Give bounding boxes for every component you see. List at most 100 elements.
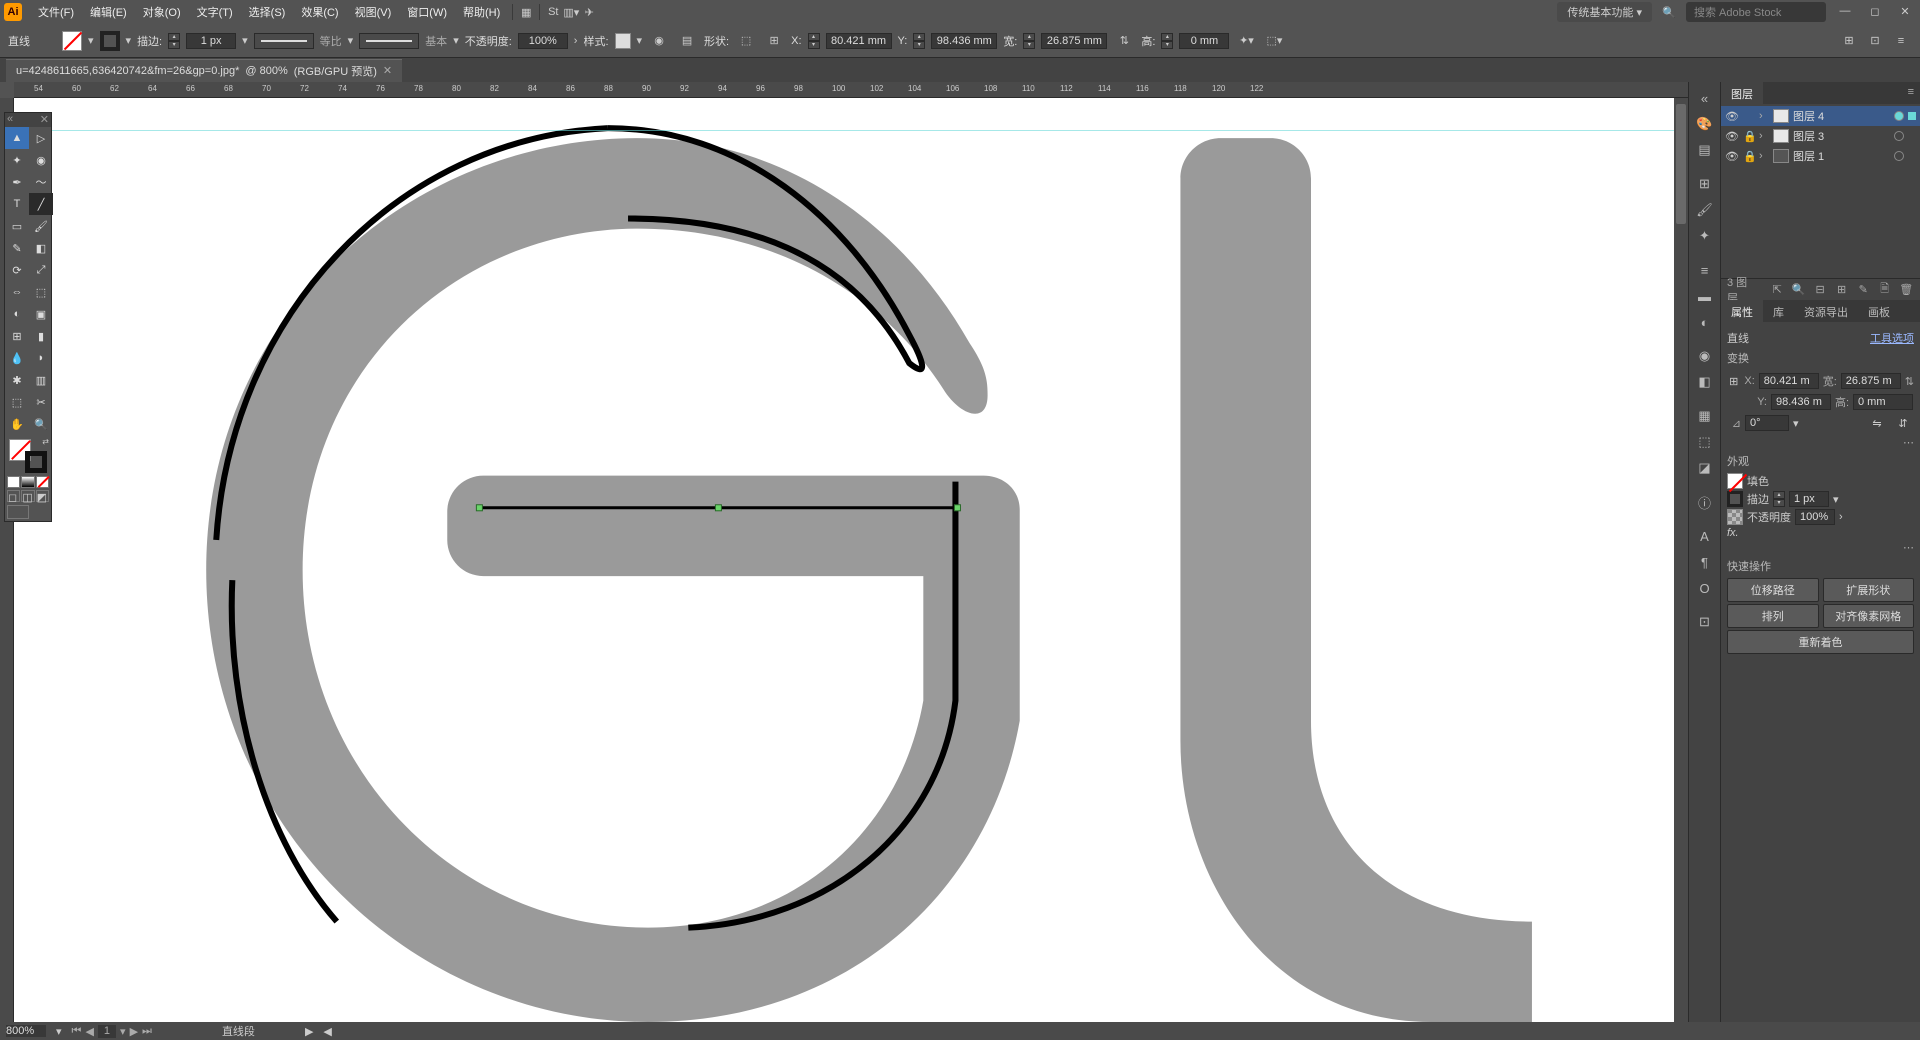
expand-icon[interactable]: « bbox=[1693, 86, 1717, 110]
curvature-tool[interactable]: 〜 bbox=[29, 171, 53, 193]
gpu-icon[interactable]: ✈ bbox=[580, 3, 598, 21]
paintbrush-tool[interactable]: 🖌 bbox=[29, 215, 53, 237]
chevron-down-icon[interactable]: ▾ bbox=[88, 34, 94, 47]
target-icon[interactable] bbox=[1894, 131, 1904, 141]
expand-layer-icon[interactable]: › bbox=[1759, 110, 1769, 122]
delete-layer-icon[interactable]: 🗑 bbox=[1898, 283, 1914, 296]
stroke-swatch[interactable] bbox=[100, 31, 120, 51]
swap-fill-stroke-icon[interactable]: ⇄ bbox=[42, 437, 49, 446]
chevron-down-icon[interactable]: ▾ bbox=[120, 1025, 126, 1038]
type-tool[interactable]: T bbox=[5, 193, 29, 215]
pen-tool[interactable]: ✒ bbox=[5, 171, 29, 193]
stock-icon[interactable]: St bbox=[544, 3, 562, 21]
blend-tool[interactable]: ◗ bbox=[29, 347, 53, 369]
more-options-icon[interactable]: ⋯ bbox=[1727, 436, 1914, 449]
chevron-down-icon[interactable]: ▾ bbox=[1793, 417, 1799, 430]
prev-artboard-icon[interactable]: ◀ bbox=[85, 1025, 93, 1038]
prefs-icon[interactable]: ≡ bbox=[1890, 30, 1912, 52]
stroke-weight-spinner[interactable]: ▴▾ bbox=[168, 33, 180, 49]
expand-layer-icon[interactable]: › bbox=[1759, 130, 1769, 142]
chevron-down-icon[interactable]: ▾ bbox=[126, 34, 132, 47]
chevron-down-icon[interactable]: ▾ bbox=[1833, 493, 1839, 506]
magic-wand-tool[interactable]: ✦ bbox=[5, 149, 29, 171]
transform-panel-icon[interactable]: ⬚ bbox=[1693, 430, 1717, 454]
menu-view[interactable]: 视图(V) bbox=[347, 4, 400, 20]
draw-normal[interactable]: ◻ bbox=[7, 490, 20, 502]
mesh-tool[interactable]: ⊞ bbox=[5, 325, 29, 347]
link-wh-icon[interactable]: ⇅ bbox=[1905, 375, 1914, 388]
graphic-styles-icon[interactable]: ◧ bbox=[1693, 370, 1717, 394]
lock-icon[interactable]: 🔒 bbox=[1743, 150, 1755, 163]
opacity-swatch[interactable] bbox=[1727, 509, 1743, 525]
anchor-handle-left[interactable] bbox=[476, 505, 482, 511]
expand-shape-button[interactable]: 扩展形状 bbox=[1823, 578, 1915, 602]
more-options-icon[interactable]: ⋯ bbox=[1727, 541, 1914, 554]
appearance-icon[interactable]: ◉ bbox=[1693, 344, 1717, 368]
character-icon[interactable]: A bbox=[1693, 524, 1717, 548]
hand-tool[interactable]: ✋ bbox=[5, 413, 29, 435]
gradient-tool[interactable]: ▮ bbox=[29, 325, 53, 347]
transform-icon[interactable]: ⬚ bbox=[735, 30, 757, 52]
opacity-input[interactable] bbox=[518, 33, 568, 49]
fill-swatch[interactable] bbox=[1727, 473, 1743, 489]
gradient-panel-icon[interactable]: ▬ bbox=[1693, 284, 1717, 308]
search-icon[interactable]: 🔍 bbox=[1660, 3, 1678, 21]
status-play-icon[interactable]: ▶ bbox=[305, 1025, 313, 1038]
align-panel-icon[interactable]: ▦ bbox=[1693, 404, 1717, 428]
anchor-ref-icon[interactable]: ⊞ bbox=[1727, 370, 1740, 392]
chevron-down-icon[interactable]: ▾ bbox=[56, 1025, 62, 1038]
color-mode-gradient[interactable] bbox=[21, 476, 34, 488]
layer-row[interactable]: 👁🔒›图层 3 bbox=[1721, 126, 1920, 146]
stroke-weight-input[interactable] bbox=[186, 33, 236, 49]
color-guide-icon[interactable]: ▤ bbox=[1693, 138, 1717, 162]
x-spinner[interactable]: ▴▾ bbox=[808, 33, 820, 49]
link-wh-icon[interactable]: ⇅ bbox=[1113, 30, 1135, 52]
layer-name[interactable]: 图层 3 bbox=[1793, 128, 1890, 144]
h-input[interactable] bbox=[1179, 33, 1229, 49]
anchor-ref-icon[interactable]: ⊞ bbox=[763, 30, 785, 52]
fill-stroke-box[interactable]: ⇄ bbox=[5, 435, 51, 475]
menu-help[interactable]: 帮助(H) bbox=[455, 4, 508, 20]
chevron-down-icon[interactable]: ▾ bbox=[242, 34, 248, 47]
draw-inside[interactable]: ◩ bbox=[36, 490, 49, 502]
graphic-style-swatch[interactable] bbox=[615, 33, 631, 49]
h-spinner[interactable]: ▴▾ bbox=[1161, 33, 1173, 49]
toolbox-header[interactable]: «✕ bbox=[5, 113, 51, 127]
flip-v-icon[interactable]: ⇵ bbox=[1892, 412, 1914, 434]
locate-layer-icon[interactable]: ⇱ bbox=[1769, 283, 1785, 296]
minimize-button[interactable]: — bbox=[1834, 5, 1856, 19]
fill-swatch[interactable] bbox=[62, 31, 82, 51]
canvas[interactable] bbox=[14, 98, 1688, 1022]
close-button[interactable]: ✕ bbox=[1894, 5, 1916, 19]
document-tab[interactable]: u=4248611665,636420742&fm=26&gp=0.jpg* @… bbox=[6, 59, 402, 82]
snap-point-icon[interactable]: ⊡ bbox=[1864, 30, 1886, 52]
color-panel-icon[interactable]: 🎨 bbox=[1693, 112, 1717, 136]
recolor-icon[interactable]: ◉ bbox=[648, 30, 670, 52]
lock-icon[interactable]: 🔒 bbox=[1743, 130, 1755, 143]
w-input[interactable] bbox=[1041, 33, 1107, 49]
slice-tool[interactable]: ✂ bbox=[29, 391, 53, 413]
tab-layers[interactable]: 图层 bbox=[1721, 82, 1763, 104]
pencil-tool[interactable]: ✎ bbox=[5, 237, 29, 259]
rectangle-tool[interactable]: ▭ bbox=[5, 215, 29, 237]
zoom-tool[interactable]: 🔍 bbox=[29, 413, 53, 435]
brush-def[interactable] bbox=[359, 33, 419, 49]
ruler-horizontal[interactable]: 5460626466687072747678808284868890929496… bbox=[14, 82, 1688, 98]
props-opacity-input[interactable] bbox=[1795, 509, 1835, 525]
css-icon[interactable]: ⊡ bbox=[1693, 610, 1717, 634]
color-mode-none[interactable] bbox=[36, 476, 49, 488]
target-icon[interactable] bbox=[1894, 111, 1904, 121]
paragraph-icon[interactable]: ¶ bbox=[1693, 550, 1717, 574]
opentype-icon[interactable]: O bbox=[1693, 576, 1717, 600]
symbols-icon[interactable]: ✦ bbox=[1693, 224, 1717, 248]
tab-asset-export[interactable]: 资源导出 bbox=[1794, 300, 1858, 322]
perspective-tool[interactable]: ▣ bbox=[29, 303, 53, 325]
search-stock-input[interactable]: 搜索 Adobe Stock bbox=[1686, 2, 1826, 22]
layer-row[interactable]: 👁🔒›图层 1 bbox=[1721, 146, 1920, 166]
guide-line[interactable] bbox=[14, 130, 1688, 131]
chevron-down-icon[interactable]: ▾ bbox=[348, 34, 354, 47]
menu-object[interactable]: 对象(O) bbox=[135, 4, 189, 20]
stroke-swatch[interactable] bbox=[1727, 491, 1743, 507]
anchor-handle-mid[interactable] bbox=[715, 505, 721, 511]
status-back-icon[interactable]: ◀ bbox=[323, 1025, 331, 1038]
